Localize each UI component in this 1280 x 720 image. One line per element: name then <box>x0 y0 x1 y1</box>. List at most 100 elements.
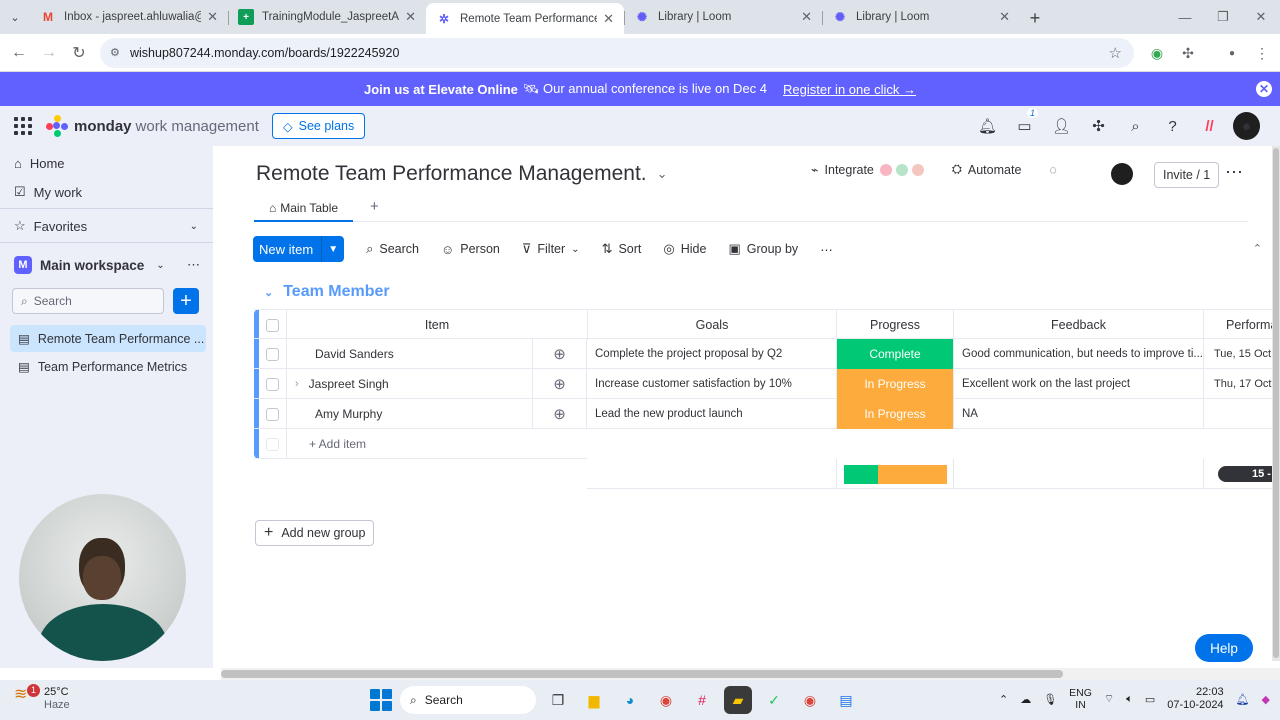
table-row[interactable]: › Jaspreet Singh ⊕ Increase customer sat… <box>254 369 1280 399</box>
goals-cell[interactable]: Lead the new product launch <box>587 399 837 429</box>
volume-icon[interactable]: 🔈︎ <box>1126 693 1133 706</box>
chevron-down-icon[interactable]: ⌄ <box>571 244 579 255</box>
close-tab-icon[interactable]: ✕ <box>801 9 812 25</box>
add-update-icon[interactable]: ⊕ <box>533 399 587 429</box>
timeline-summary-cell[interactable]: 15 - <box>1204 459 1280 489</box>
chrome-menu-icon[interactable]: ⋮ <box>1248 39 1276 67</box>
add-new-group-button[interactable]: + Add new group <box>255 520 375 546</box>
add-update-icon[interactable]: ⊕ <box>533 369 587 399</box>
close-tab-icon[interactable]: ✕ <box>207 9 218 25</box>
progress-status-cell[interactable]: Complete <box>837 339 954 369</box>
sidebar-board-team-metrics[interactable]: ▤ Team Performance Metrics <box>10 353 206 380</box>
progress-summary-cell[interactable] <box>837 459 954 489</box>
tray-chevron-up-icon[interactable]: ⌃ <box>999 693 1008 706</box>
invite-members-icon[interactable]: 👤︎ <box>1048 112 1075 140</box>
goals-cell[interactable]: Increase customer satisfaction by 10% <box>587 369 837 399</box>
chevron-down-icon[interactable]: ▼ <box>321 236 344 262</box>
add-item-input[interactable]: + Add item <box>287 429 587 459</box>
add-update-icon[interactable]: ⊕ <box>533 339 587 369</box>
slack-icon[interactable]: # <box>688 686 716 714</box>
updates-button[interactable]: ◌ <box>1049 163 1056 177</box>
row-checkbox[interactable] <box>266 407 279 421</box>
tab-search-chevron-icon[interactable]: ⌄ <box>0 0 30 34</box>
bell-icon[interactable]: 🔔︎ <box>974 112 1001 140</box>
puzzle-icon[interactable]: ✣ <box>1174 39 1202 67</box>
browser-tab[interactable]: ✺ Library | Loom ✕ <box>624 3 822 31</box>
edge-icon[interactable]: ◕ <box>616 686 644 714</box>
filter-button[interactable]: ⊽ Filter ⌄ <box>522 241 580 257</box>
group-title[interactable]: Team Member <box>283 283 389 301</box>
inbox-icon[interactable]: ▭ 1 <box>1011 108 1038 140</box>
feedback-cell[interactable]: Good communication, but needs to improve… <box>954 339 1204 369</box>
workspace-switcher[interactable]: M Main workspace ⌄ ⋯ <box>14 256 200 274</box>
notification-bell-icon[interactable]: 🔔︎ <box>1236 693 1250 706</box>
chrome-icon[interactable]: ◉ <box>652 686 680 714</box>
clock[interactable]: 22:03 07-10-2024 <box>1167 686 1223 712</box>
chevron-up-icon[interactable]: ⌃ <box>1253 242 1262 255</box>
more-options-icon[interactable]: ⋯ <box>1225 162 1243 183</box>
sidebar-board-remote-team[interactable]: ▤ Remote Team Performance ... <box>10 325 206 352</box>
bookmark-star-icon[interactable]: ☆ <box>1109 44 1122 62</box>
sidebar-item-my-work[interactable]: ☑ My work <box>14 184 82 200</box>
browser-tab[interactable]: M Inbox - jaspreet.ahluwalia@wis ✕ <box>30 3 228 31</box>
reload-icon[interactable]: ↻ <box>64 43 94 63</box>
column-header-progress[interactable]: Progress <box>837 310 954 340</box>
select-all-checkbox[interactable] <box>266 318 279 332</box>
item-name-cell[interactable]: › Jaspreet Singh <box>287 369 533 399</box>
sidebar-item-favorites[interactable]: ☆ Favorites ⌄ <box>14 218 198 234</box>
automate-button[interactable]: ⛭ Automate <box>952 162 1022 177</box>
apps-grid-icon[interactable] <box>14 117 32 135</box>
row-checkbox[interactable] <box>266 377 279 391</box>
table-row[interactable]: Amy Murphy ⊕ Lead the new product launch… <box>254 399 1280 429</box>
close-tab-icon[interactable]: ✕ <box>603 11 614 27</box>
help-button[interactable]: Help <box>1195 634 1253 662</box>
help-icon[interactable]: ? <box>1159 112 1186 140</box>
site-info-icon[interactable]: ⚙ <box>110 46 120 59</box>
performance-date-cell[interactable]: Thu, 17 Oct, <box>1204 369 1280 399</box>
notepad-icon[interactable]: ▤ <box>832 686 860 714</box>
chevron-right-icon[interactable]: › <box>295 378 299 390</box>
file-explorer-icon[interactable]: ▆ <box>580 686 608 714</box>
forward-icon[interactable]: → <box>34 44 64 62</box>
avatar[interactable] <box>1111 163 1133 185</box>
feedback-cell[interactable]: Excellent work on the last project <box>954 369 1204 399</box>
feedback-cell[interactable]: NA <box>954 399 1204 429</box>
register-link[interactable]: Register in one click → <box>783 82 916 97</box>
select-all-cell[interactable] <box>259 310 287 340</box>
wifi-icon[interactable]: ⌔ <box>1104 692 1114 706</box>
item-name-cell[interactable]: David Sanders <box>287 339 533 369</box>
page-title[interactable]: Remote Team Performance Management. ⌄ <box>256 162 668 186</box>
apps-puzzle-icon[interactable]: ✣ <box>1085 112 1112 140</box>
hide-button[interactable]: ◎ Hide <box>663 241 706 257</box>
add-board-button[interactable]: + <box>173 288 199 314</box>
tab-main-table[interactable]: ⌂ Main Table <box>254 196 354 222</box>
monday-apps-icon[interactable]: // <box>1196 112 1223 140</box>
extension-icon[interactable]: ◉ <box>1143 39 1171 67</box>
sidebar-item-home[interactable]: ⌂ Home <box>14 156 65 171</box>
windows-start-icon[interactable] <box>370 689 392 711</box>
profile-icon[interactable]: ● <box>1218 39 1246 67</box>
back-icon[interactable]: ← <box>4 44 34 62</box>
sticky-notes-icon[interactable]: ▰ <box>724 686 752 714</box>
sort-button[interactable]: ⇅ Sort <box>602 241 642 257</box>
row-checkbox[interactable] <box>266 347 279 361</box>
task-view-icon[interactable]: ❐ <box>544 686 572 714</box>
search-button[interactable]: ⌕ Search <box>366 241 419 257</box>
avatar[interactable]: ● <box>1233 112 1260 140</box>
restore-icon[interactable]: ❐ <box>1204 0 1242 34</box>
performance-date-cell[interactable] <box>1204 399 1280 429</box>
more-options-icon[interactable]: ⋯ <box>187 257 200 273</box>
invite-button[interactable]: Invite / 1 <box>1154 162 1220 188</box>
browser-tab[interactable]: ✺ Library | Loom ✕ <box>822 3 1020 31</box>
goals-cell[interactable]: Complete the project proposal by Q2 <box>587 339 837 369</box>
sidebar-search-input[interactable]: ⌕ Search <box>12 288 164 314</box>
see-plans-button[interactable]: ◇ See plans <box>272 113 366 139</box>
taskbar-search[interactable]: ⌕ Search <box>400 686 536 714</box>
close-tab-icon[interactable]: ✕ <box>999 9 1010 25</box>
progress-status-cell[interactable]: In Progress <box>837 399 954 429</box>
close-window-icon[interactable]: ✕ <box>1242 0 1280 34</box>
performance-date-cell[interactable]: Tue, 15 Oct, <box>1204 339 1280 369</box>
weather-widget[interactable]: ≋ 1 25°C Haze <box>14 684 70 712</box>
chevron-down-icon[interactable]: ⌄ <box>264 286 273 299</box>
group-by-button[interactable]: ▣ Group by <box>728 241 798 257</box>
